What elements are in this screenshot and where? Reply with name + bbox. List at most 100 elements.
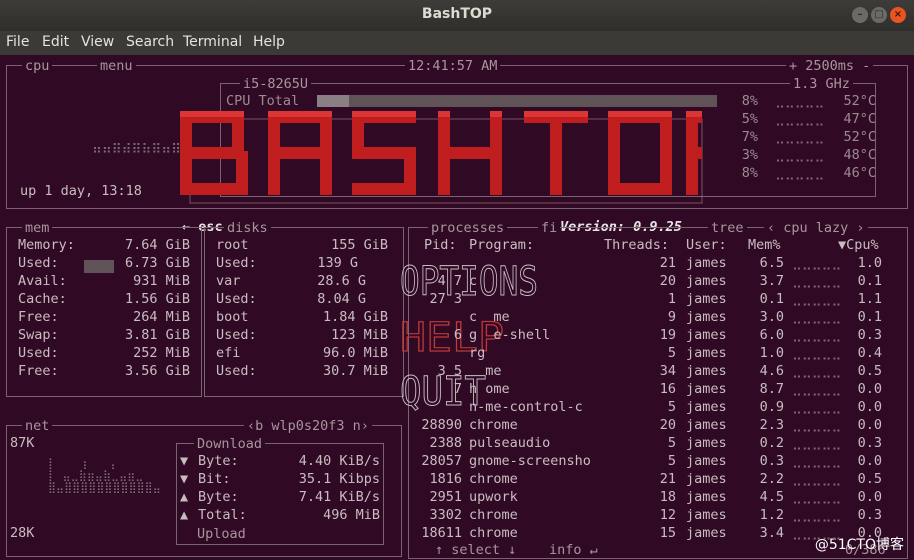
maximize-button[interactable]: □ [871, 7, 887, 23]
disk-row-k: Used: [216, 291, 257, 307]
proc-cell-cpu: 0.0 [857, 525, 882, 541]
net-row-v: 7.41 KiB/s [298, 489, 380, 505]
proc-cell-cpu: 0.4 [857, 345, 882, 361]
proc-label: processes [428, 221, 508, 235]
upload-label: Upload [194, 527, 249, 541]
proc-cell-cpu: 0.3 [857, 327, 882, 343]
proc-cpu-graph: ⣀⣀⣀⣀⣀ [792, 363, 842, 379]
proc-cell-thr: 20 [659, 417, 676, 433]
proc-cell-mem: 4.6 [759, 363, 784, 379]
menu-help[interactable]: Help [253, 34, 285, 50]
proc-cell-pid: 6 [453, 327, 462, 343]
tree-toggle[interactable]: tree [708, 221, 747, 235]
disk-row-k: var [216, 273, 241, 289]
info-hint[interactable]: info ↵ [546, 543, 601, 557]
col-pid[interactable]: Pid: [424, 236, 457, 254]
proc-cell-pid: 3 5 [437, 363, 462, 379]
proc-cell-cpu: 0.0 [857, 399, 882, 415]
proc-cell-user: james [686, 399, 727, 415]
mem-row-v: 252 MiB [133, 345, 190, 361]
mem-row-k: Swap: [18, 327, 59, 343]
mem-label: mem [22, 221, 53, 235]
net-row-v: 35.1 Kibps [298, 471, 380, 487]
menu-view[interactable]: View [81, 34, 114, 50]
proc-cell-user: james [686, 435, 727, 451]
proc-cell-thr: 5 [667, 345, 676, 361]
core-3-pct: 3% [741, 147, 758, 163]
disk-row-v: 28.6 G [317, 273, 366, 289]
select-hint[interactable]: ↑ select ↓ [432, 543, 520, 557]
proc-cell-prog: gnome-screensho [469, 453, 591, 469]
proc-cell-user: james [686, 507, 727, 523]
proc-cell-pid: 4 7 [437, 273, 462, 289]
proc-cell-cpu: 0.0 [857, 417, 882, 433]
proc-cell-cpu: 0.1 [857, 273, 882, 289]
title-bar[interactable]: BashTOP – □ × [0, 0, 914, 32]
proc-cell-thr: 19 [659, 327, 676, 343]
filter-label[interactable]: fi [538, 221, 561, 235]
disk-row-k: root [216, 237, 249, 253]
disk-row-v: 155 GiB [331, 237, 388, 253]
col-threads[interactable]: Threads: [604, 236, 669, 254]
disk-row-v: 123 MiB [331, 327, 388, 343]
core-3-temp: 48°C [843, 147, 876, 163]
sort-selector[interactable]: ‹ cpu lazy › [764, 221, 868, 235]
proc-cell-cpu: 1.0 [857, 255, 882, 271]
core-1-pct: 5% [741, 111, 758, 127]
mem-row-k: Used: [18, 255, 59, 271]
core-1-temp: 47°C [843, 111, 876, 127]
col-program[interactable]: Program: [469, 236, 534, 254]
net-label: net [22, 419, 53, 433]
cpu-model: i5-8265U [240, 77, 312, 91]
window-title: BashTOP [421, 6, 493, 22]
menu-terminal[interactable]: Terminal [183, 34, 242, 50]
cpu-total-pct: 8% [741, 93, 758, 109]
menu-edit[interactable]: Edit [42, 34, 69, 50]
update-interval[interactable]: + 2500ms - [786, 59, 874, 73]
clock: 12:41:57 AM [405, 59, 501, 73]
disk-row-k: Used: [216, 255, 257, 271]
mem-row-v: 3.81 GiB [124, 327, 190, 343]
proc-cell-pid: 28057 [421, 453, 462, 469]
minimize-button[interactable]: – [852, 7, 868, 23]
menu-label[interactable]: menu [97, 59, 136, 73]
proc-cell-prog: me [469, 363, 502, 379]
proc-cell-prog: chrome [469, 471, 518, 487]
menu-search[interactable]: Search [126, 34, 174, 50]
proc-cell-prog: upwork [469, 489, 518, 505]
cpu-graph: ⣤⣤⣶⣴⣶⣦⣶⣤⣶ [92, 138, 181, 154]
proc-cell-thr: 21 [659, 471, 676, 487]
net-interface[interactable]: ‹b wlp0s20f3 n› [244, 419, 372, 433]
proc-cell-mem: 1.0 [759, 345, 784, 361]
proc-cpu-graph: ⣀⣀⣀⣀⣀ [792, 489, 842, 505]
proc-cell-user: james [686, 381, 727, 397]
mem-row-k: Cache: [18, 291, 67, 307]
cpu-freq: 1.3 GHz [790, 77, 853, 91]
proc-cell-thr: 5 [667, 435, 676, 451]
terminal-area[interactable]: cpu menu 12:41:57 AM + 2500ms - i5-8265U… [0, 55, 914, 560]
disk-row-v: 8.04 G [317, 291, 366, 307]
cpu-total-temp: 52°C [843, 93, 876, 109]
proc-cell-cpu: 0.0 [857, 453, 882, 469]
proc-cell-user: james [686, 345, 727, 361]
proc-cpu-graph: ⣀⣀⣀⣀⣀ [792, 345, 842, 361]
close-button[interactable]: × [890, 7, 906, 23]
mem-row-v: 3.56 GiB [124, 363, 190, 379]
col-mem[interactable]: Mem% [748, 236, 781, 254]
col-user[interactable]: User: [686, 236, 727, 254]
net-arrow: ▼ [180, 453, 189, 469]
menu-file[interactable]: File [6, 34, 29, 50]
proc-cell-thr: 15 [659, 525, 676, 541]
uptime: up 1 day, 13:18 [20, 183, 142, 199]
mem-row-k: Free: [18, 363, 59, 379]
proc-cell-thr: 21 [659, 255, 676, 271]
col-cpu[interactable]: ▼Cpu% [838, 236, 879, 254]
proc-cell-cpu: 0.1 [857, 309, 882, 325]
proc-cpu-graph: ⣀⣀⣀⣀⣀ [792, 525, 842, 541]
mem-row-v: 264 MiB [133, 309, 190, 325]
proc-cell-cpu: 0.0 [857, 489, 882, 505]
proc-cell-mem: 1.2 [759, 507, 784, 523]
core-4-temp: 46°C [843, 165, 876, 181]
proc-cell-thr: 18 [659, 489, 676, 505]
mem-row-v: 7.64 GiB [124, 237, 190, 253]
